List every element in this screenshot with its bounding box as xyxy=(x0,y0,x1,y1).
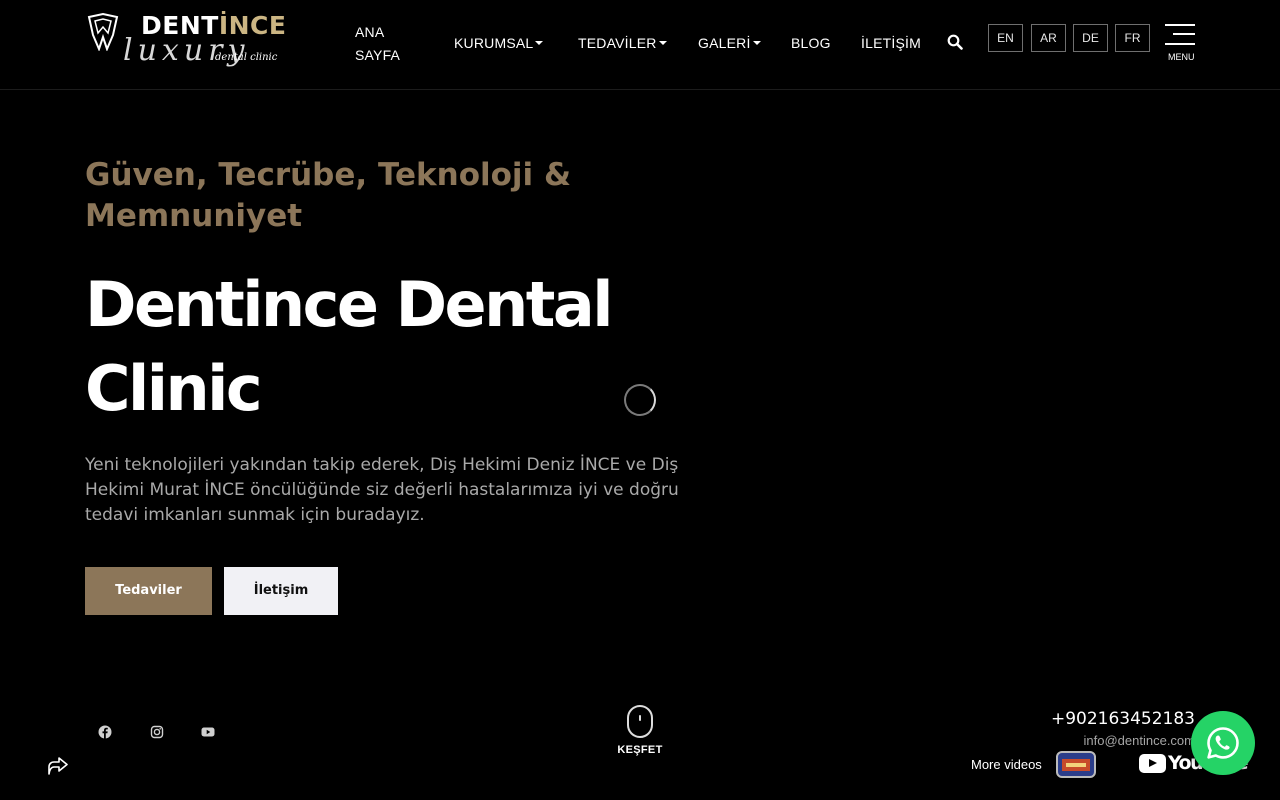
contact-button[interactable]: İletişim xyxy=(224,567,338,615)
caret-down-icon xyxy=(752,41,761,46)
site-header: DENTİNCE luxury dental clinic ANA SAYFA … xyxy=(0,0,1280,90)
lang-button-en[interactable]: EN xyxy=(988,24,1023,52)
hero-tagline: Güven, Tecrübe, Teknoloji & Memnuniyet xyxy=(85,157,571,234)
mouse-wheel xyxy=(639,715,641,721)
nav-item-galeri[interactable]: GALERİ xyxy=(698,32,761,55)
search-icon[interactable] xyxy=(947,34,965,52)
brand-logo[interactable]: DENTİNCE luxury dental clinic xyxy=(85,9,301,81)
instagram-icon[interactable] xyxy=(149,724,165,740)
treatments-button[interactable]: Tedaviler xyxy=(85,567,212,615)
facebook-icon[interactable] xyxy=(97,724,113,740)
video-thumbnail[interactable] xyxy=(1056,751,1096,778)
caret-down-icon xyxy=(535,41,544,46)
hero-description: Yeni teknolojileri yakından takip ederek… xyxy=(85,455,679,525)
caret-down-icon xyxy=(658,41,667,46)
menu-button[interactable]: MENU xyxy=(1163,22,1199,64)
hero-title: Dentince Dental Clinic xyxy=(85,268,613,425)
thumbnail-art xyxy=(1066,763,1086,767)
hamburger-icon-bar xyxy=(1165,43,1195,45)
email-link[interactable]: info@dentince.com xyxy=(1040,733,1195,748)
phone-link[interactable]: +902163452183 xyxy=(1040,709,1195,729)
share-icon[interactable] xyxy=(46,753,70,777)
whatsapp-icon xyxy=(1207,727,1239,759)
brand-subtitle: dental clinic xyxy=(215,52,278,63)
whatsapp-button[interactable] xyxy=(1191,711,1255,775)
hamburger-icon-bar xyxy=(1173,33,1195,35)
nav-item-tedaviler[interactable]: TEDAVİLER xyxy=(578,32,667,55)
discover-label[interactable]: KEŞFET xyxy=(610,744,670,756)
nav-item-iletisim[interactable]: İLETİŞİM xyxy=(861,32,921,55)
lang-button-ar[interactable]: AR xyxy=(1031,24,1066,52)
lang-button-de[interactable]: DE xyxy=(1073,24,1108,52)
nav-item-kurumsal[interactable]: KURUMSAL xyxy=(454,32,544,55)
hamburger-icon xyxy=(1165,24,1195,26)
youtube-icon[interactable] xyxy=(200,724,216,740)
nav-item-ana-sayfa[interactable]: ANA SAYFA xyxy=(355,21,415,67)
lang-button-fr[interactable]: FR xyxy=(1115,24,1150,52)
play-triangle xyxy=(1149,759,1157,767)
more-videos-label[interactable]: More videos xyxy=(971,757,1042,772)
loading-spinner-icon xyxy=(624,384,656,416)
tooth-logo-icon xyxy=(87,13,119,51)
scroll-mouse-icon[interactable] xyxy=(627,705,653,738)
nav-item-blog[interactable]: BLOG xyxy=(791,32,831,55)
menu-label: MENU xyxy=(1168,52,1195,62)
